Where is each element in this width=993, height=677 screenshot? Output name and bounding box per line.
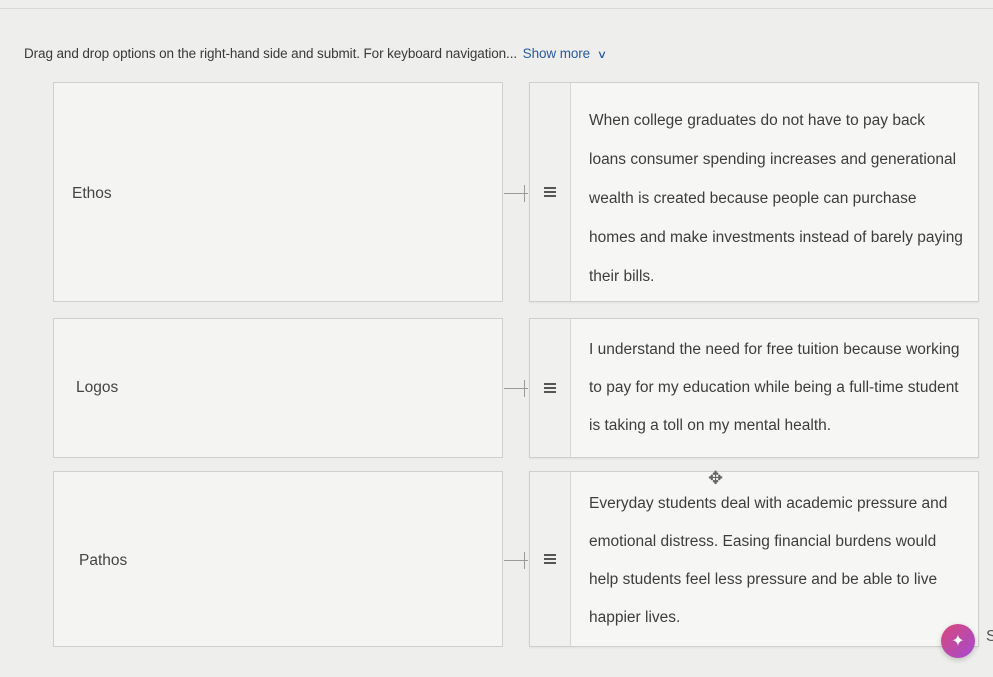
drag-handle-icon[interactable] xyxy=(530,472,571,646)
draggable-option-2[interactable]: I understand the need for free tuition b… xyxy=(529,318,979,458)
show-more-label: Show more xyxy=(522,46,591,61)
instructions: Drag and drop options on the right-hand … xyxy=(24,46,608,61)
option-text: When college graduates do not have to pa… xyxy=(589,112,963,285)
drop-zone-ethos[interactable]: Ethos xyxy=(53,82,503,302)
drag-handle-icon[interactable] xyxy=(530,83,571,301)
option-text: I understand the need for free tuition b… xyxy=(589,341,960,434)
term-label-pathos: Pathos xyxy=(79,552,128,569)
connector-line xyxy=(504,552,528,569)
option-text: Everyday students deal with academic pre… xyxy=(589,495,948,626)
show-more-link[interactable]: Show more ∨ xyxy=(522,46,608,61)
draggable-option-3[interactable]: Everyday students deal with academic pre… xyxy=(529,471,979,647)
edge-text: S xyxy=(986,628,993,645)
connector-line xyxy=(504,185,528,202)
top-divider xyxy=(0,8,993,9)
sparkle-icon[interactable]: ✦ xyxy=(941,624,975,658)
term-label-logos: Logos xyxy=(76,379,119,396)
draggable-option-1[interactable]: When college graduates do not have to pa… xyxy=(529,82,979,302)
drag-handle-icon[interactable] xyxy=(530,319,571,457)
drop-zone-logos[interactable]: Logos xyxy=(53,318,503,458)
term-label-ethos: Ethos xyxy=(72,185,112,202)
move-cursor-icon: ✥ xyxy=(708,468,724,488)
chevron-down-icon: ∨ xyxy=(596,49,608,61)
connector-line xyxy=(504,380,528,397)
instructions-text: Drag and drop options on the right-hand … xyxy=(24,46,518,61)
drop-zone-pathos[interactable]: Pathos xyxy=(53,471,503,647)
